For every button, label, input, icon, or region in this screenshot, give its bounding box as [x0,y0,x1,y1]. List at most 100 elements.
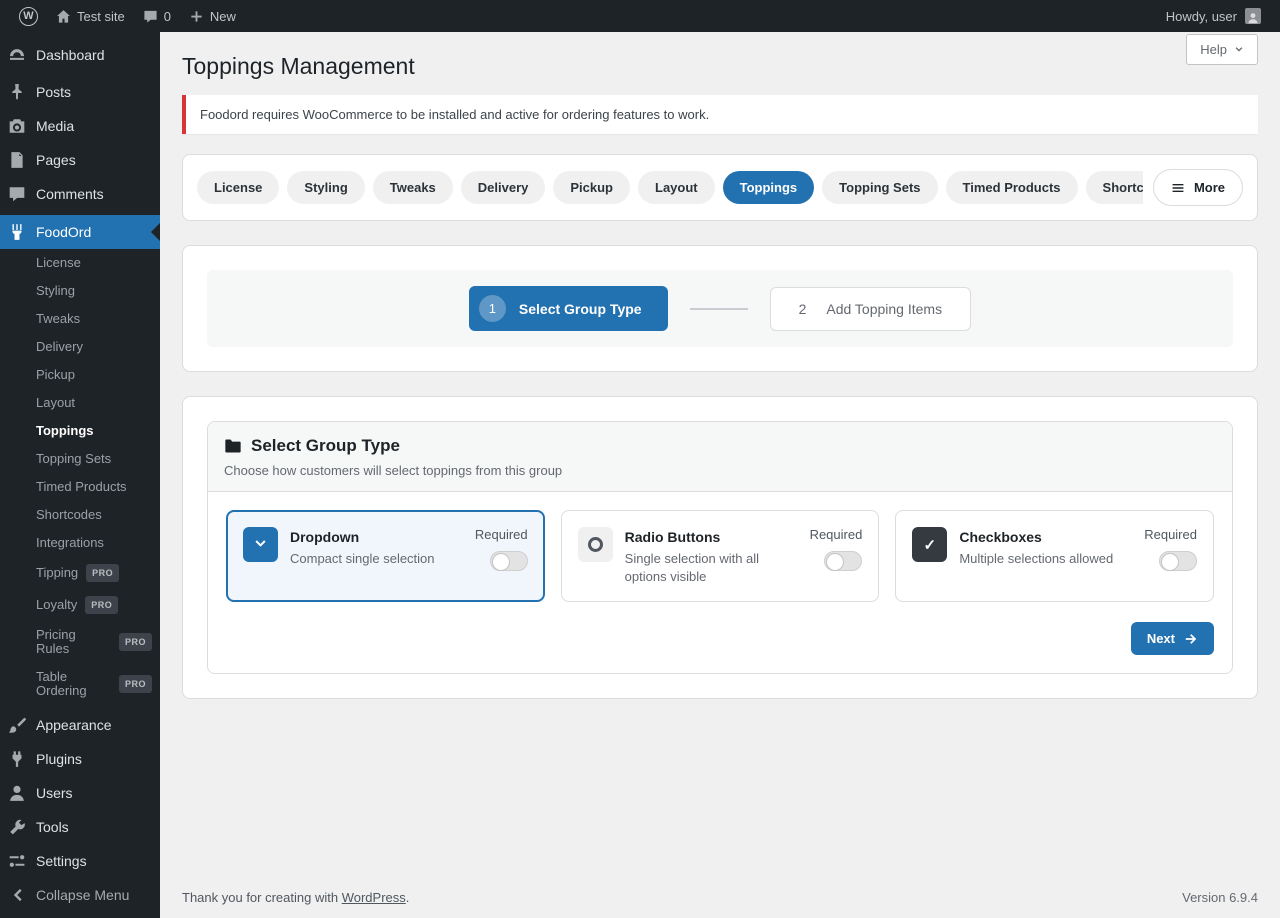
wordpress-link[interactable]: WordPress [342,890,406,905]
sidebar-subitem-loyalty[interactable]: LoyaltyPRO [0,589,160,621]
sidebar-item-pages[interactable]: Pages [0,143,160,177]
more-tabs-button[interactable]: More [1153,169,1243,206]
tab-topping-sets[interactable]: Topping Sets [822,171,937,204]
sidebar-item-tools[interactable]: Tools [0,810,160,844]
tab-timed-products[interactable]: Timed Products [946,171,1078,204]
sidebar-item-settings[interactable]: Settings [0,844,160,878]
subitem-label: Toppings [36,424,94,438]
dashboard-icon [8,46,26,64]
chevron-down-icon [253,537,268,552]
sidebar-item-media[interactable]: Media [0,109,160,143]
sidebar-subitem-tweaks[interactable]: Tweaks [0,305,160,333]
sidebar-subitem-integrations[interactable]: Integrations [0,529,160,557]
sidebar-subitem-timed-products[interactable]: Timed Products [0,473,160,501]
subitem-label: Delivery [36,340,83,354]
new-content-link[interactable]: New [180,0,245,32]
option-required-area: Required [475,527,528,571]
home-icon [56,9,71,24]
tab-pickup[interactable]: Pickup [553,171,630,204]
brush-icon [8,716,26,734]
subitem-label: Tweaks [36,312,80,326]
required-label: Required [810,527,863,542]
sidebar-subitem-license[interactable]: License [0,249,160,277]
comments-link[interactable]: 0 [134,0,180,32]
notice-text: Foodord requires WooCommerce to be insta… [200,107,709,122]
sidebar-subitem-shortcodes[interactable]: Shortcodes [0,501,160,529]
panel-title-row: Select Group Type [224,436,1216,456]
sidebar-subitem-table-ordering[interactable]: Table OrderingPRO [0,663,160,705]
subitem-label: Topping Sets [36,452,111,466]
subitem-label: Timed Products [36,480,127,494]
howdy-label: Howdy, user [1166,9,1237,24]
comment-bubble-icon [8,185,26,203]
radio-circle-icon [578,527,613,562]
sidebar-item-dashboard[interactable]: Dashboard [0,38,160,72]
subitem-label: License [36,256,81,270]
tab-styling[interactable]: Styling [287,171,364,204]
option-text: Checkboxes Multiple selections allowed [959,527,1113,568]
wordpress-logo-icon: W [19,7,38,26]
sidebar-subitem-tipping[interactable]: TippingPRO [0,557,160,589]
chevron-down-icon [1234,45,1244,55]
pro-badge: PRO [119,675,152,693]
tab-shortcodes[interactable]: Shortcodes [1086,171,1143,204]
page-icon [8,151,26,169]
help-label: Help [1200,42,1227,57]
sidebar-item-label: Appearance [36,716,112,734]
sidebar-item-foodord[interactable]: FoodOrd [0,215,160,249]
sidebar-item-plugins[interactable]: Plugins [0,742,160,776]
step-1-select-group-type[interactable]: 1 Select Group Type [469,286,668,331]
next-button[interactable]: Next [1131,622,1214,655]
camera-icon [8,117,26,135]
sidebar-subitem-toppings[interactable]: Toppings [0,417,160,445]
required-toggle[interactable] [490,551,528,571]
dropdown-chevron-icon [243,527,278,562]
option-radio-buttons[interactable]: Radio Buttons Single selection with all … [561,510,880,602]
admin-bar-right: Howdy, user [1157,0,1270,32]
help-button[interactable]: Help [1186,34,1258,65]
tab-toppings[interactable]: Toppings [723,171,815,204]
page-title: Toppings Management [182,53,1258,80]
site-name-label: Test site [77,9,125,24]
woocommerce-notice: Foodord requires WooCommerce to be insta… [182,95,1258,134]
sidebar-item-label: Tools [36,818,69,836]
sidebar-subitem-pickup[interactable]: Pickup [0,361,160,389]
subitem-label: Pickup [36,368,75,382]
option-title: Checkboxes [959,527,1113,545]
option-dropdown[interactable]: Dropdown Compact single selection Requir… [226,510,545,602]
sidebar-subitem-styling[interactable]: Styling [0,277,160,305]
plug-icon [8,750,26,768]
sidebar-item-label: Media [36,117,74,135]
sidebar-subitem-delivery[interactable]: Delivery [0,333,160,361]
sidebar-subitem-topping-sets[interactable]: Topping Sets [0,445,160,473]
wordpress-menu-button[interactable]: W [10,0,47,32]
tab-license[interactable]: License [197,171,279,204]
step-2-number: 2 [799,301,807,317]
option-title: Dropdown [290,527,435,545]
required-toggle[interactable] [824,551,862,571]
checkbox-check-icon: ✓ [912,527,947,562]
tab-layout[interactable]: Layout [638,171,715,204]
sidebar-item-comments[interactable]: Comments [0,177,160,211]
option-checkboxes[interactable]: ✓ Checkboxes Multiple selections allowed… [895,510,1214,602]
tab-tweaks[interactable]: Tweaks [373,171,453,204]
collapse-menu-button[interactable]: Collapse Menu [0,878,160,912]
panel-title: Select Group Type [251,436,400,456]
option-required-area: Required [810,527,863,571]
sidebar-item-posts[interactable]: Posts [0,75,160,109]
step-2-add-topping-items[interactable]: 2 Add Topping Items [770,287,972,331]
account-menu-link[interactable]: Howdy, user [1157,0,1270,32]
group-type-card: Select Group Type Choose how customers w… [182,396,1258,699]
chevron-left-icon [8,886,26,904]
sidebar-item-appearance[interactable]: Appearance [0,708,160,742]
required-toggle[interactable] [1159,551,1197,571]
site-name-link[interactable]: Test site [47,0,134,32]
sidebar-subitem-layout[interactable]: Layout [0,389,160,417]
tab-delivery[interactable]: Delivery [461,171,546,204]
group-type-panel: Select Group Type Choose how customers w… [207,421,1233,674]
next-label: Next [1147,631,1175,646]
sidebar-item-users[interactable]: Users [0,776,160,810]
comments-bubble-icon [143,9,158,24]
subitem-label: Integrations [36,536,104,550]
sidebar-subitem-pricing-rules[interactable]: Pricing RulesPRO [0,621,160,663]
